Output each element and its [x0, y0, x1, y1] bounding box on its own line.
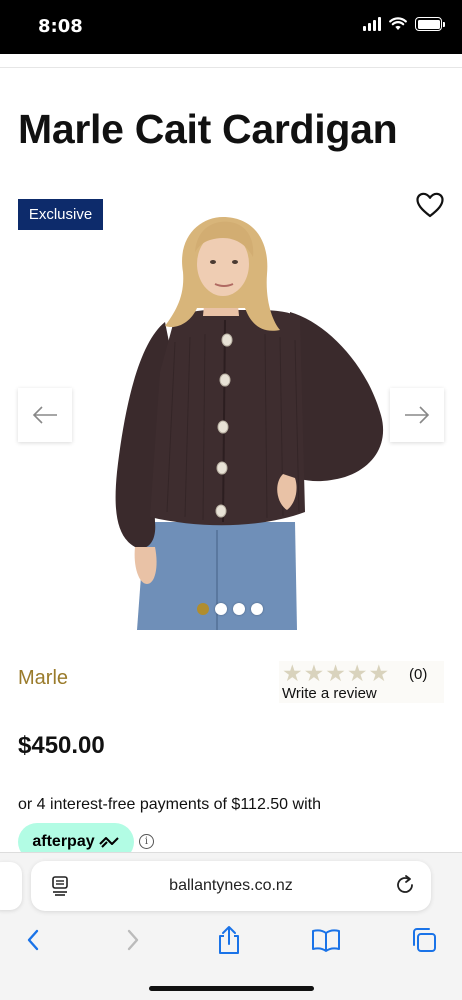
- star-rating: ★ ★ ★ ★ ★: [282, 663, 389, 686]
- status-icons: [363, 17, 445, 31]
- url-text: ballantynes.co.nz: [169, 877, 293, 894]
- star-icon: ★: [346, 661, 368, 687]
- info-icon[interactable]: i: [139, 834, 154, 849]
- pagination-dot[interactable]: [197, 603, 209, 615]
- reload-icon[interactable]: [394, 874, 416, 896]
- afterpay-arrows-icon: [98, 837, 119, 848]
- write-review-link[interactable]: Write a review: [282, 685, 377, 702]
- product-image[interactable]: [105, 212, 390, 630]
- status-time: 8:08: [38, 16, 83, 37]
- bookmarks-button[interactable]: [311, 925, 341, 955]
- arrow-left-icon: [32, 406, 57, 424]
- header-divider: [0, 67, 462, 68]
- installments-text: or 4 interest-free payments of $112.50 w…: [18, 796, 321, 813]
- exclusive-badge: Exclusive: [18, 199, 103, 230]
- pagination-dot[interactable]: [251, 603, 263, 615]
- tabs-button[interactable]: [409, 925, 439, 955]
- battery-icon: [415, 17, 445, 31]
- book-icon: [312, 929, 340, 952]
- star-icon: ★: [303, 661, 325, 687]
- heart-icon: [416, 192, 444, 218]
- chevron-left-icon: [27, 929, 39, 951]
- share-button[interactable]: [214, 925, 244, 955]
- next-image-button[interactable]: [390, 388, 444, 442]
- review-count: (0): [409, 666, 428, 683]
- star-icon: ★: [325, 661, 346, 687]
- back-button[interactable]: [18, 925, 48, 955]
- product-title: Marle Cait Cardigan: [18, 106, 398, 152]
- arrow-right-icon: [405, 406, 430, 424]
- cellular-signal-icon: [363, 17, 381, 31]
- home-indicator: [149, 986, 314, 991]
- afterpay-label: afterpay: [32, 833, 95, 850]
- previous-tab-peek[interactable]: [0, 862, 22, 910]
- status-bar: 8:08: [0, 0, 462, 54]
- star-icon: ★: [368, 661, 390, 687]
- star-icon: ★: [282, 661, 303, 687]
- tabs-icon: [413, 928, 436, 952]
- brand-link[interactable]: Marle: [18, 667, 68, 690]
- pagination-dot[interactable]: [215, 603, 227, 615]
- pagination-dot[interactable]: [233, 603, 245, 615]
- chevron-right-icon: [127, 929, 139, 951]
- browser-toolbar: ballantynes.co.nz: [0, 852, 462, 1000]
- wifi-icon: [389, 17, 407, 30]
- image-pagination: [197, 603, 263, 615]
- previous-image-button[interactable]: [18, 388, 72, 442]
- address-bar[interactable]: ballantynes.co.nz: [31, 861, 431, 911]
- product-price: $450.00: [18, 732, 105, 759]
- share-icon: [219, 926, 239, 954]
- forward-button[interactable]: [118, 925, 148, 955]
- rating-widget: ★ ★ ★ ★ ★ (0) Write a review: [279, 661, 444, 703]
- wishlist-button[interactable]: [414, 189, 446, 221]
